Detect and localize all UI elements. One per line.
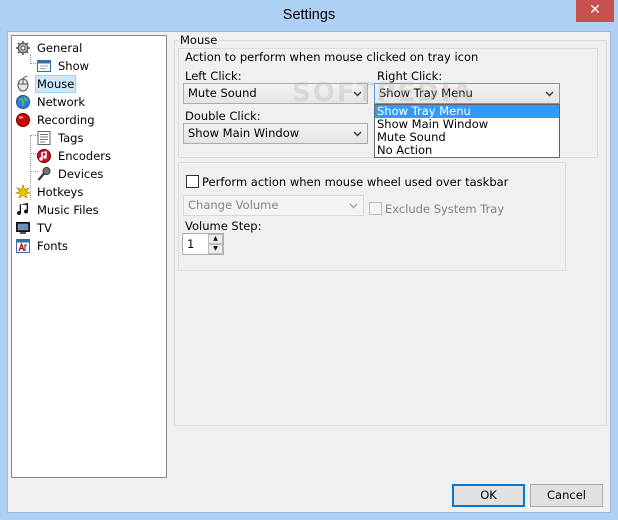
chevron-down-icon	[353, 91, 362, 97]
tray-action-group-title: Action to perform when mouse clicked on …	[183, 50, 481, 64]
mouse-icon	[15, 75, 31, 92]
music-note-icon	[15, 202, 31, 218]
double-click-label: Double Click:	[185, 109, 261, 123]
right-click-value: Show Tray Menu	[379, 86, 473, 100]
globe-icon	[15, 94, 31, 110]
ok-button[interactable]: OK	[452, 484, 525, 507]
close-button[interactable]: ✕	[576, 0, 614, 22]
encoder-icon	[36, 148, 52, 164]
tree-item-label: Music Files	[37, 203, 99, 217]
right-click-label: Right Click:	[377, 69, 443, 83]
double-click-select[interactable]: Show Main Window	[183, 123, 368, 144]
tree-item-label: Show	[58, 59, 90, 73]
tree-item-label: Fonts	[37, 239, 69, 253]
tree-item-recording[interactable]: Recording	[15, 111, 97, 129]
wheel-action-label: Perform action when mouse wheel used ove…	[202, 175, 509, 189]
tree-item-mouse[interactable]: Mouse	[15, 75, 77, 93]
tags-icon	[36, 130, 52, 146]
tree-item-hotkeys[interactable]: Hotkeys	[14, 183, 85, 201]
tree-item-network[interactable]: Network	[15, 93, 87, 111]
dropdown-option[interactable]: No Action	[375, 144, 559, 157]
tree-item-music-files[interactable]: Music Files	[15, 201, 101, 219]
exclude-tray-label: Exclude System Tray	[385, 202, 505, 216]
tree-item-label: Hotkeys	[37, 185, 84, 199]
wheel-action-value: Change Volume	[188, 198, 279, 212]
mouse-group-title: Mouse	[178, 33, 220, 47]
left-click-select[interactable]: Mute Sound	[183, 83, 368, 104]
tree-item-label: Tags	[58, 131, 84, 145]
hotkeys-icon	[14, 183, 32, 200]
chevron-down-icon	[349, 203, 358, 209]
tree-item-tv[interactable]: TV	[15, 219, 54, 237]
tree-item-label: TV	[37, 221, 52, 235]
double-click-value: Show Main Window	[188, 126, 300, 140]
tree-item-encoders[interactable]: Encoders	[36, 147, 113, 165]
chevron-down-icon	[545, 91, 554, 97]
volume-step-spinner[interactable]: 1 ▲ ▼	[182, 233, 224, 255]
tree-item-label: Network	[37, 95, 86, 109]
gear-icon	[15, 40, 31, 56]
exclude-tray-checkbox[interactable]	[369, 202, 382, 215]
tree-item-general[interactable]: General	[15, 39, 84, 57]
tree-item-label: Mouse	[35, 75, 77, 93]
title-bar[interactable]: Settings ✕	[0, 0, 618, 31]
left-click-label: Left Click:	[185, 69, 242, 83]
volume-step-value: 1	[187, 237, 195, 251]
spin-up-button[interactable]: ▲	[208, 234, 223, 244]
tv-icon	[15, 220, 31, 236]
wheel-action-checkbox[interactable]	[186, 175, 199, 188]
tree-item-devices[interactable]: Devices	[36, 165, 105, 183]
tree-item-label: Encoders	[58, 149, 112, 163]
right-click-dropdown-list[interactable]: Show Tray Menu Show Main Window Mute Sou…	[374, 104, 560, 158]
tree-item-tags[interactable]: Tags	[36, 129, 85, 147]
volume-step-label: Volume Step:	[185, 219, 262, 233]
spin-down-button[interactable]: ▼	[208, 244, 223, 254]
tree-item-show[interactable]: Show	[36, 57, 91, 75]
tree-item-label: Devices	[58, 167, 104, 181]
record-icon	[15, 112, 31, 128]
settings-tree[interactable]: General Show Mouse Network Recording Tag…	[11, 35, 167, 478]
microphone-icon	[36, 166, 52, 182]
wheel-action-select[interactable]: Change Volume	[183, 195, 364, 216]
dialog-client: General Show Mouse Network Recording Tag…	[7, 31, 611, 513]
window-icon	[36, 58, 52, 74]
cancel-button[interactable]: Cancel	[530, 484, 603, 507]
fonts-icon	[15, 238, 31, 254]
right-click-select[interactable]: Show Tray Menu	[374, 83, 560, 104]
close-icon: ✕	[589, 2, 601, 18]
tree-item-label: General	[37, 41, 83, 55]
left-click-value: Mute Sound	[188, 86, 257, 100]
window-title: Settings	[282, 7, 336, 23]
settings-window: Settings ✕ General Show Mouse Network Re…	[0, 0, 618, 520]
tree-item-label: Recording	[37, 113, 95, 127]
tree-item-fonts[interactable]: Fonts	[15, 237, 70, 255]
chevron-down-icon	[353, 131, 362, 137]
